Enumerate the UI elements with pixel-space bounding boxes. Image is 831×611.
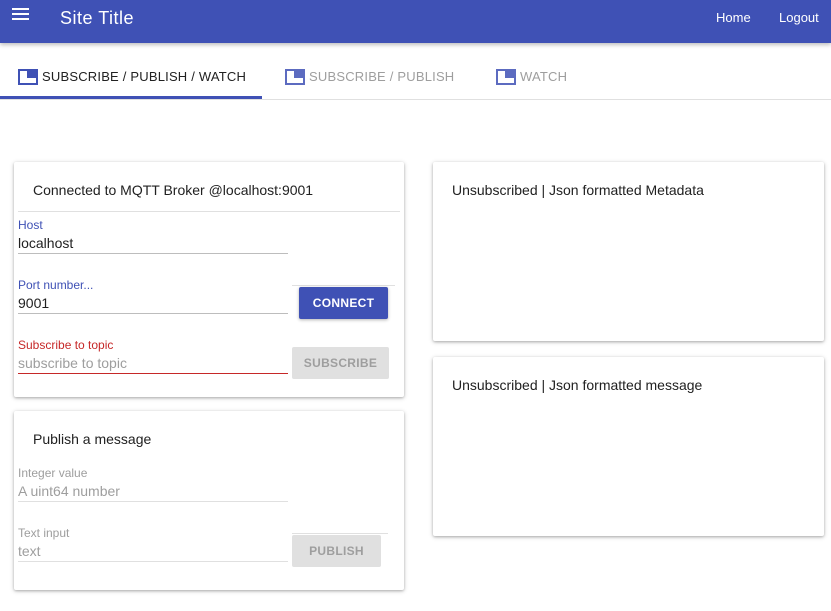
- topic-label: Subscribe to topic: [18, 338, 114, 352]
- publish-card: Publish a message Integer value Text inp…: [14, 411, 404, 590]
- window-icon: [496, 68, 516, 85]
- topic-underline: [18, 373, 288, 374]
- nav-home-link[interactable]: Home: [716, 10, 751, 25]
- host-underline: [18, 253, 288, 254]
- publish-title: Publish a message: [33, 431, 152, 447]
- integer-field: Integer value: [18, 466, 288, 502]
- host-label: Host: [18, 218, 43, 232]
- tab-subscribe-publish-watch[interactable]: SUBSCRIBE / PUBLISH / WATCH: [18, 54, 246, 99]
- message-title: Unsubscribed | Json formatted message: [452, 377, 703, 393]
- message-card: Unsubscribed | Json formatted message: [433, 357, 824, 536]
- text-input[interactable]: [18, 542, 288, 560]
- host-input[interactable]: [18, 234, 288, 252]
- connection-card: Connected to MQTT Broker @localhost:9001…: [14, 162, 404, 397]
- port-underline: [18, 313, 288, 314]
- text-label: Text input: [18, 526, 70, 540]
- topic-field: Subscribe to topic: [18, 338, 288, 374]
- site-title: Site Title: [60, 8, 135, 28]
- nav-logout-link[interactable]: Logout: [779, 10, 819, 25]
- card-divider: [18, 211, 400, 212]
- integer-input[interactable]: [18, 482, 288, 500]
- port-field: Port number...: [18, 278, 288, 314]
- text-underline: [18, 561, 288, 562]
- window-icon: [285, 68, 305, 85]
- tab-bar: SUBSCRIBE / PUBLISH / WATCH SUBSCRIBE / …: [0, 54, 831, 100]
- integer-underline: [18, 501, 288, 502]
- host-field: Host: [18, 218, 288, 254]
- button-separator: [292, 533, 388, 534]
- subscribe-button[interactable]: SUBSCRIBE: [292, 347, 389, 379]
- window-icon: [18, 68, 38, 85]
- connection-status-title: Connected to MQTT Broker @localhost:9001: [33, 182, 314, 198]
- topic-input[interactable]: [18, 354, 288, 372]
- tab-label: SUBSCRIBE / PUBLISH / WATCH: [42, 69, 247, 84]
- text-field: Text input: [18, 526, 288, 562]
- metadata-title: Unsubscribed | Json formatted Metadata: [452, 182, 704, 198]
- port-input[interactable]: [18, 294, 288, 312]
- app-bar: Site Title Home Logout: [0, 0, 831, 43]
- integer-label: Integer value: [18, 466, 88, 480]
- active-tab-indicator: [0, 96, 262, 99]
- port-label: Port number...: [18, 278, 94, 292]
- tab-label: WATCH: [520, 69, 568, 84]
- menu-icon[interactable]: [12, 8, 29, 21]
- metadata-card: Unsubscribed | Json formatted Metadata: [433, 162, 824, 341]
- tab-label: SUBSCRIBE / PUBLISH: [309, 69, 455, 84]
- button-separator: [292, 285, 395, 286]
- tab-watch[interactable]: WATCH: [496, 54, 567, 99]
- connect-button[interactable]: CONNECT: [299, 287, 388, 319]
- tab-subscribe-publish[interactable]: SUBSCRIBE / PUBLISH: [285, 54, 454, 99]
- publish-button[interactable]: PUBLISH: [292, 535, 381, 567]
